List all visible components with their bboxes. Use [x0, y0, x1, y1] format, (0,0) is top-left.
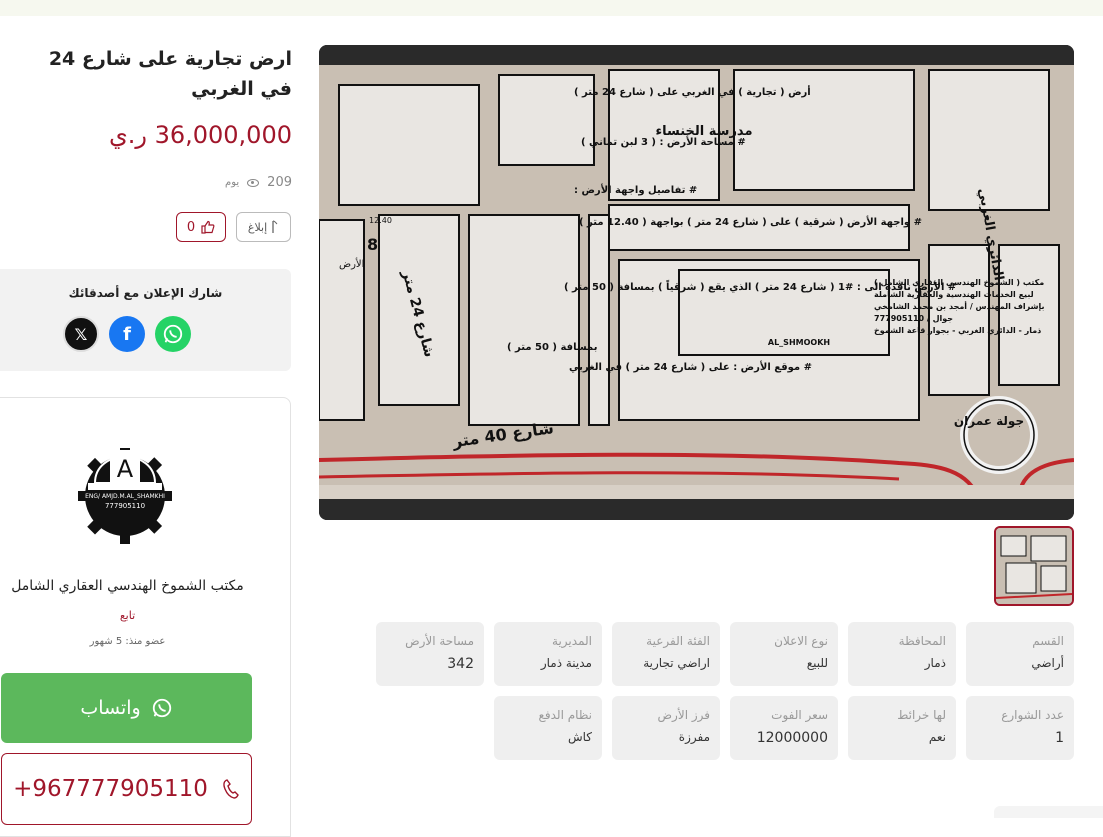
svg-text:A: A	[117, 455, 134, 483]
listing-main-image[interactable]: 8 الأرض 12.40 أرض ( تجارية ) في الغربي ع…	[319, 45, 1074, 520]
listing-price: 36,000,000 ر.ي	[108, 121, 292, 149]
map-label-roundabout: جولة عمران	[954, 414, 1024, 429]
whatsapp-button[interactable]: واتساب	[1, 673, 252, 743]
listing-title: ارض تجارية على شارع 24 في الغربي	[48, 48, 292, 100]
svg-text:ENG/ AMJD.M.AL_SHAMKHI: ENG/ AMJD.M.AL_SHAMKHI	[85, 493, 165, 500]
whatsapp-label: واتساب	[80, 697, 141, 719]
office-note-3: بإشراف المهندس / أمجد بن محمد الشامخي	[874, 301, 1045, 312]
office-note-4: جوال / 777905110	[874, 314, 953, 323]
map-note-6b: بمسافة ( 50 متر )	[507, 342, 598, 353]
detail-land-sorting: فرز الأرض مفرزة	[612, 696, 720, 760]
seller-logo: A ENG/ AMJD.M.AL_SHAMKHI 777905110	[78, 448, 172, 544]
office-note-5: ذمار - الدائري الغربي - بجوار قاعة الشمو…	[874, 326, 1041, 335]
office-note-2: لبيع الخدمات الهندسية والعقارية الشاملة	[874, 290, 1034, 299]
flag-icon	[272, 220, 278, 233]
report-label: إبلاغ	[247, 220, 268, 234]
report-button[interactable]: إبلاغ	[236, 212, 291, 242]
image-thumbnail[interactable]	[994, 526, 1074, 606]
map-label-dim: 12.40	[369, 216, 392, 225]
detail-has-maps: لها خرائط نعم	[848, 696, 956, 760]
detail-streets-count: عدد الشوارع 1	[966, 696, 1074, 760]
map-note-4: # واجهة الأرض ( شرقية ) على ( شارع 24 مت…	[579, 215, 922, 228]
map-label-school: مدرسة الخنساء	[655, 124, 752, 139]
phone-icon	[223, 779, 239, 799]
map-note-6: # موقع الأرض : على ( شارع 24 متر ) في ال…	[569, 360, 812, 373]
office-note-name: AL_SHMOOKH	[768, 338, 830, 347]
facebook-icon[interactable]: f	[109, 316, 145, 352]
phone-number: +967777905110	[13, 776, 208, 802]
detail-land-area: مساحة الأرض 342	[376, 622, 484, 686]
bottom-corner-panel	[994, 806, 1103, 818]
whatsapp-icon	[152, 698, 171, 718]
detail-category: القسم أراضي	[966, 622, 1074, 686]
map-note-1: أرض ( تجارية ) في الغربي على ( شارع 24 م…	[574, 85, 811, 98]
detail-subcategory: الفئة الفرعية اراضي تجارية	[612, 622, 720, 686]
map-drawing: 8 الأرض 12.40 أرض ( تجارية ) في الغربي ع…	[319, 45, 1074, 520]
office-note-1: مكتب ( الشموخ الهندسي العقاري الشامل )	[874, 278, 1044, 287]
share-title: شارك الإعلان مع أصدقائك	[68, 286, 223, 300]
thumbs-up-icon	[201, 220, 215, 234]
svg-text:8: 8	[367, 235, 378, 254]
views-unit: يوم	[225, 177, 240, 188]
follow-link[interactable]: تابع	[0, 609, 255, 622]
phone-button[interactable]: +967777905110	[1, 753, 252, 825]
svg-text:777905110: 777905110	[105, 502, 145, 510]
map-label-land: الأرض	[339, 257, 364, 270]
map-note-3: # تفاصيل واجهة الأرض :	[574, 183, 697, 196]
x-icon[interactable]: 𝕏	[63, 316, 99, 352]
like-count: 0	[186, 219, 196, 235]
whatsapp-icon[interactable]	[155, 316, 191, 352]
member-since: عضو منذ: 5 شهور	[89, 636, 166, 647]
views-counter: يوم 209	[150, 175, 292, 190]
eye-icon	[247, 178, 260, 187]
detail-payment: نظام الدفع كاش	[494, 696, 602, 760]
share-panel: شارك الإعلان مع أصدقائك 𝕏 f	[0, 269, 291, 371]
detail-district: المديرية مدينة ذمار	[494, 622, 602, 686]
detail-ad-type: نوع الاعلان للبيع	[730, 622, 838, 686]
detail-governorate: المحافظة ذمار	[848, 622, 956, 686]
like-button[interactable]: 0	[176, 212, 226, 242]
detail-foot-price: سعر الفوت 12000000	[730, 696, 838, 760]
top-strip	[0, 0, 1103, 16]
seller-name[interactable]: مكتب الشموخ الهندسي العقاري الشامل	[0, 578, 255, 594]
views-count: 209	[267, 175, 292, 190]
